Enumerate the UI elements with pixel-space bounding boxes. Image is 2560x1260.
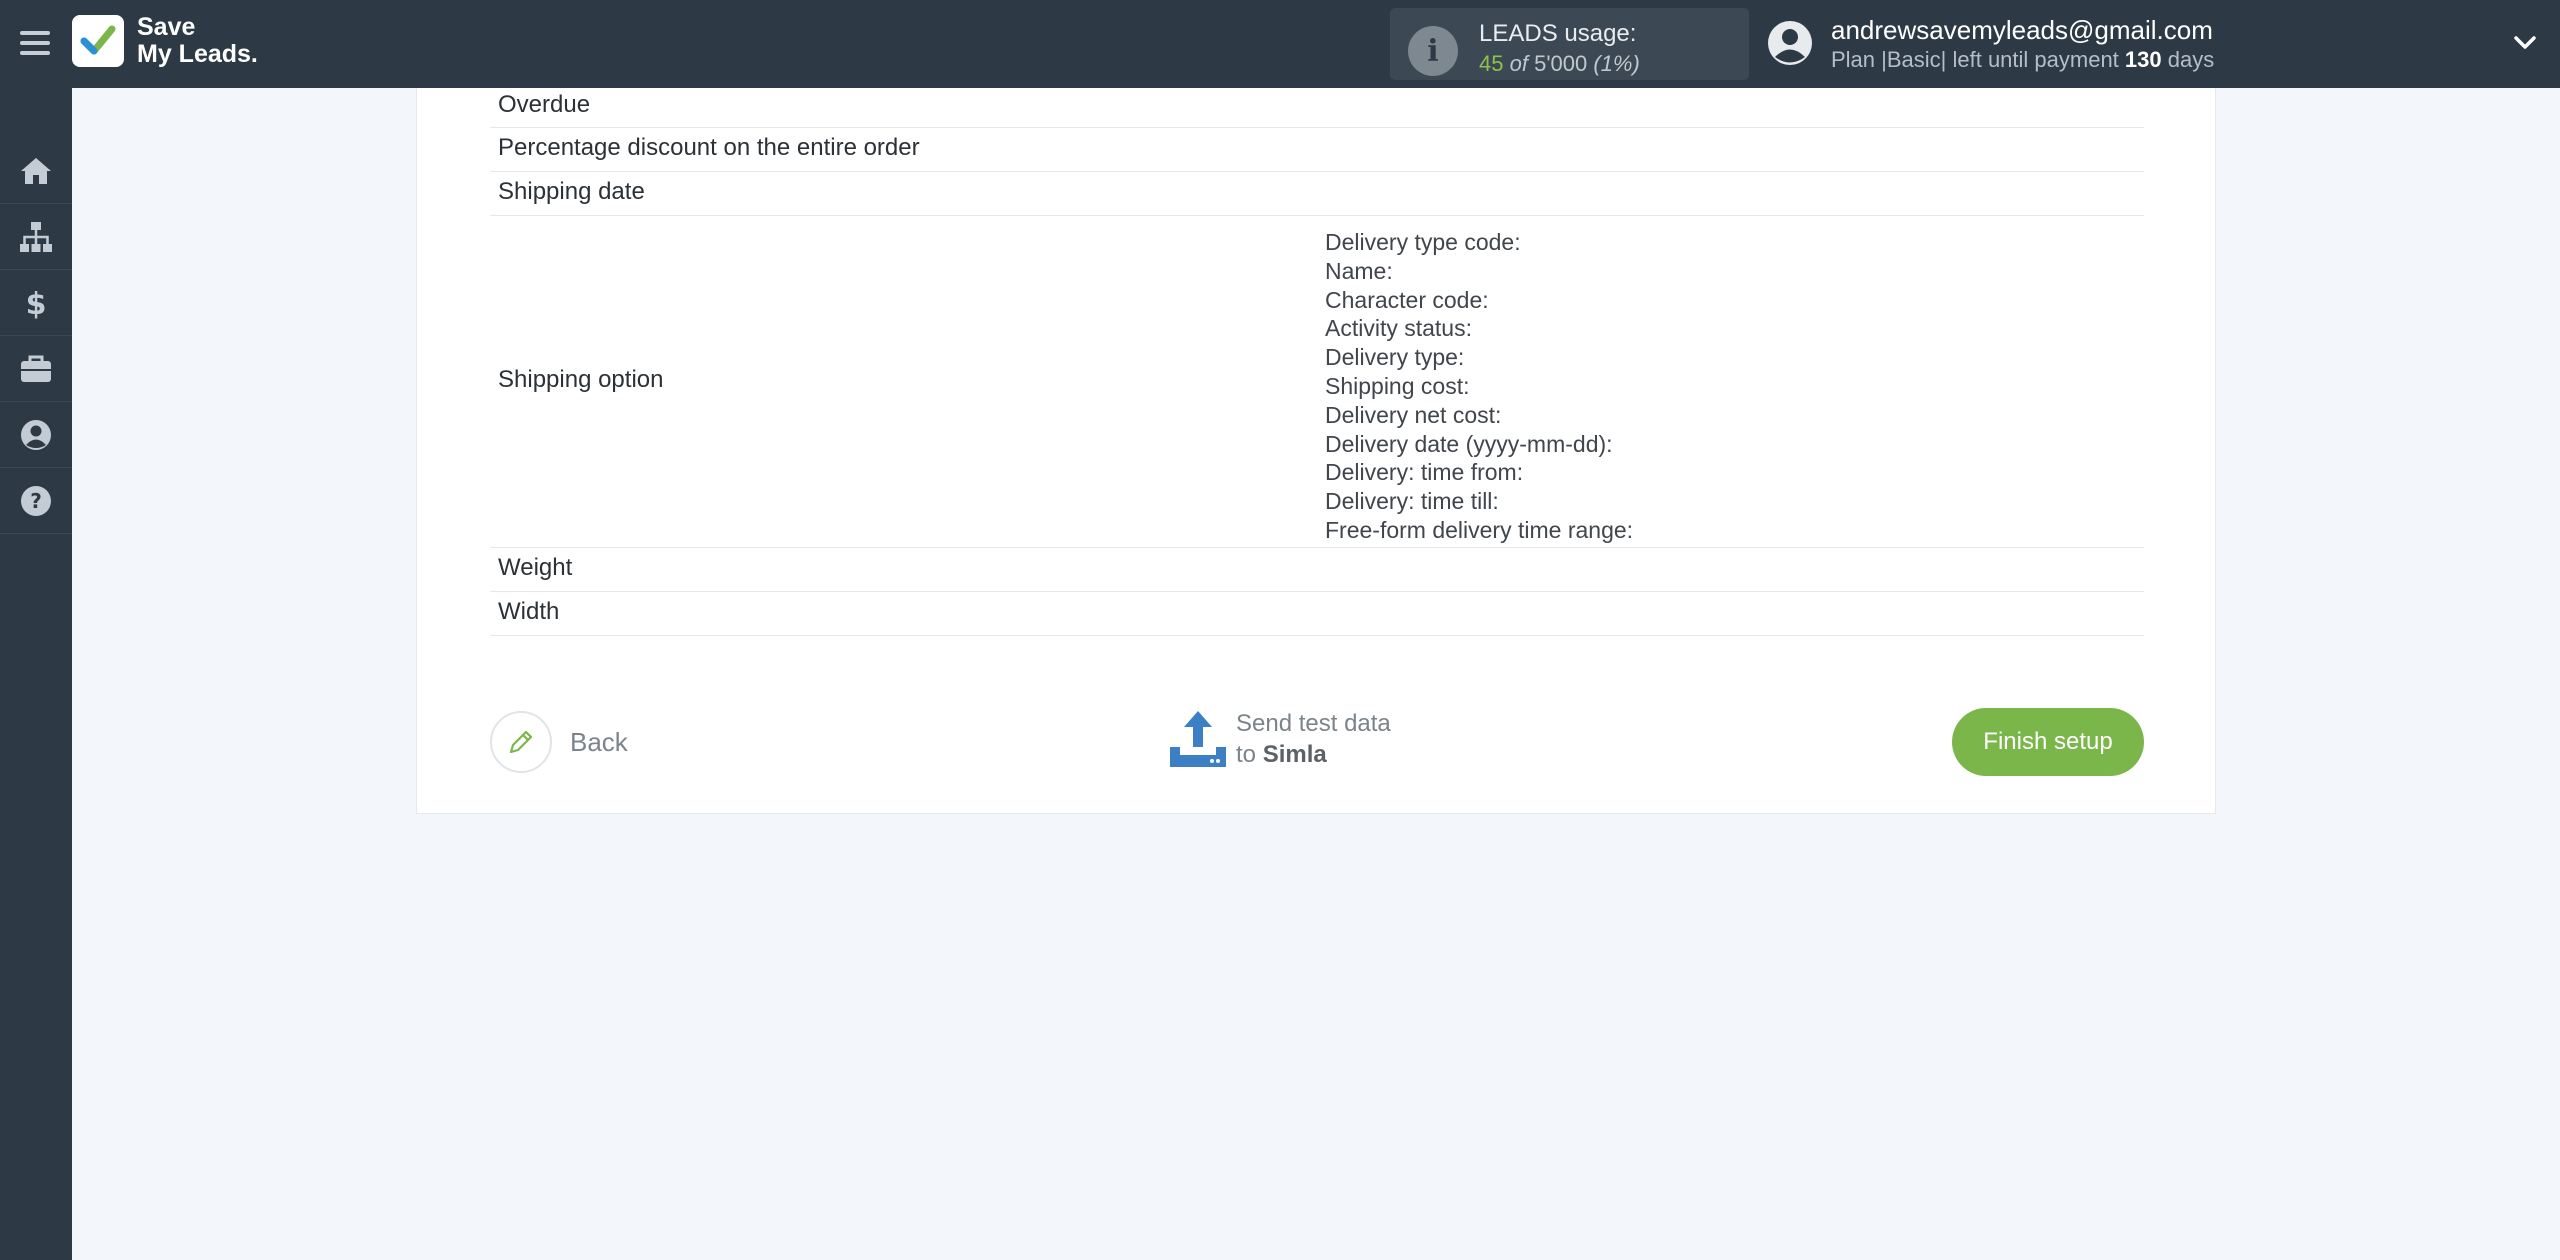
home-icon [21,157,51,184]
subfield-item: Delivery type: [1325,344,1465,371]
pencil-icon [490,711,552,773]
dollar-icon: $ [26,287,47,321]
sidebar-item-connections[interactable] [0,204,72,270]
user-email[interactable]: andrewsavemyleads@gmail.com [1831,15,2213,46]
user-circle-icon [21,419,51,450]
user-avatar-icon[interactable] [1767,20,1813,66]
sidebar-item-home[interactable] [0,138,72,204]
table-row: Overdue [490,88,2144,128]
subfield-item: Activity status: [1325,315,1472,342]
usage-count: 45 of 5'000 (1%) [1479,51,1640,77]
usage-percent: (1%) [1593,51,1640,76]
sidebar-item-help[interactable]: ? [0,468,72,534]
sidebar-item-account[interactable] [0,402,72,468]
back-label: Back [570,726,628,757]
field-shipping-option: Shipping option [498,366,664,393]
subfield-item: Name: [1325,257,1393,284]
svg-text:$: $ [26,287,47,321]
sidebar: $ ? [0,88,72,1260]
field-width: Width [498,598,560,625]
field-shipping-date: Shipping date [498,178,645,205]
back-button[interactable]: Back [490,711,628,773]
table-row: Weight [490,548,2144,592]
send-line-1: Send test data [1236,710,1391,737]
field-weight: Weight [498,554,573,581]
send-test-text: Send test data to Simla [1236,708,1391,770]
svg-text:?: ? [30,489,42,513]
usage-limit: 5'000 [1534,51,1588,76]
logo-icon[interactable] [72,15,124,67]
field-mapping-card: Overdue Percentage discount on the entir… [416,88,2216,814]
sitemap-icon [20,221,52,252]
sidebar-item-services[interactable] [0,336,72,402]
usage-used: 45 [1479,51,1504,76]
usage-of: of [1509,51,1528,76]
plan-days-suffix: days [2167,47,2215,72]
info-icon: i [1408,26,1458,76]
upload-icon [1170,711,1226,767]
chevron-down-icon[interactable] [2512,30,2538,56]
top-bar: Save My Leads. i LEADS usage: 45 of 5'00… [0,0,2560,88]
send-line-2: to Simla [1236,739,1391,770]
plan-prefix: Plan |Basic| left until payment [1831,47,2119,72]
send-test-data-button[interactable]: Send test data to Simla [1168,708,1391,770]
table-row: Shipping option Delivery type code: Name… [490,216,2144,548]
subfield-item: Delivery: time till: [1325,488,1499,515]
logo-text[interactable]: Save My Leads. [137,14,258,68]
usage-title: LEADS usage: [1479,20,1637,47]
subfield-item: Shipping cost: [1325,372,1470,399]
subfield-item: Delivery net cost: [1325,401,1502,428]
question-circle-icon: ? [21,485,51,516]
user-plan: Plan |Basic| left until payment 130 days [1831,47,2214,73]
subfield-item: Character code: [1325,286,1489,313]
send-target: Simla [1262,741,1327,768]
table-row: Width [490,592,2144,636]
subfield-item: Delivery: time from: [1325,459,1524,486]
logo-line-1: Save [137,13,196,41]
leads-usage-panel: i LEADS usage: 45 of 5'000 (1%) [1390,8,1749,80]
table-row: Percentage discount on the entire order [490,128,2144,172]
subfield-item: Delivery type code: [1325,229,1521,255]
sidebar-item-billing[interactable]: $ [0,270,72,336]
subfield-item: Free-form delivery time range: [1325,516,1634,543]
table-row: Shipping date [490,172,2144,216]
logo-line-2: My Leads. [137,40,258,68]
fields-table: Overdue Percentage discount on the entir… [490,88,2144,636]
plan-days: 130 [2124,47,2162,72]
field-overdue: Overdue [498,91,591,118]
briefcase-icon [21,355,51,382]
menu-toggle-icon[interactable] [20,28,50,58]
finish-setup-button[interactable]: Finish setup [1952,708,2144,776]
shipping-option-subfields: Delivery type code: Name: Character code… [1325,228,1633,545]
subfield-item: Delivery date (yyyy-mm-dd): [1325,430,1613,457]
send-to: to [1236,741,1257,768]
field-discount: Percentage discount on the entire order [498,134,920,161]
